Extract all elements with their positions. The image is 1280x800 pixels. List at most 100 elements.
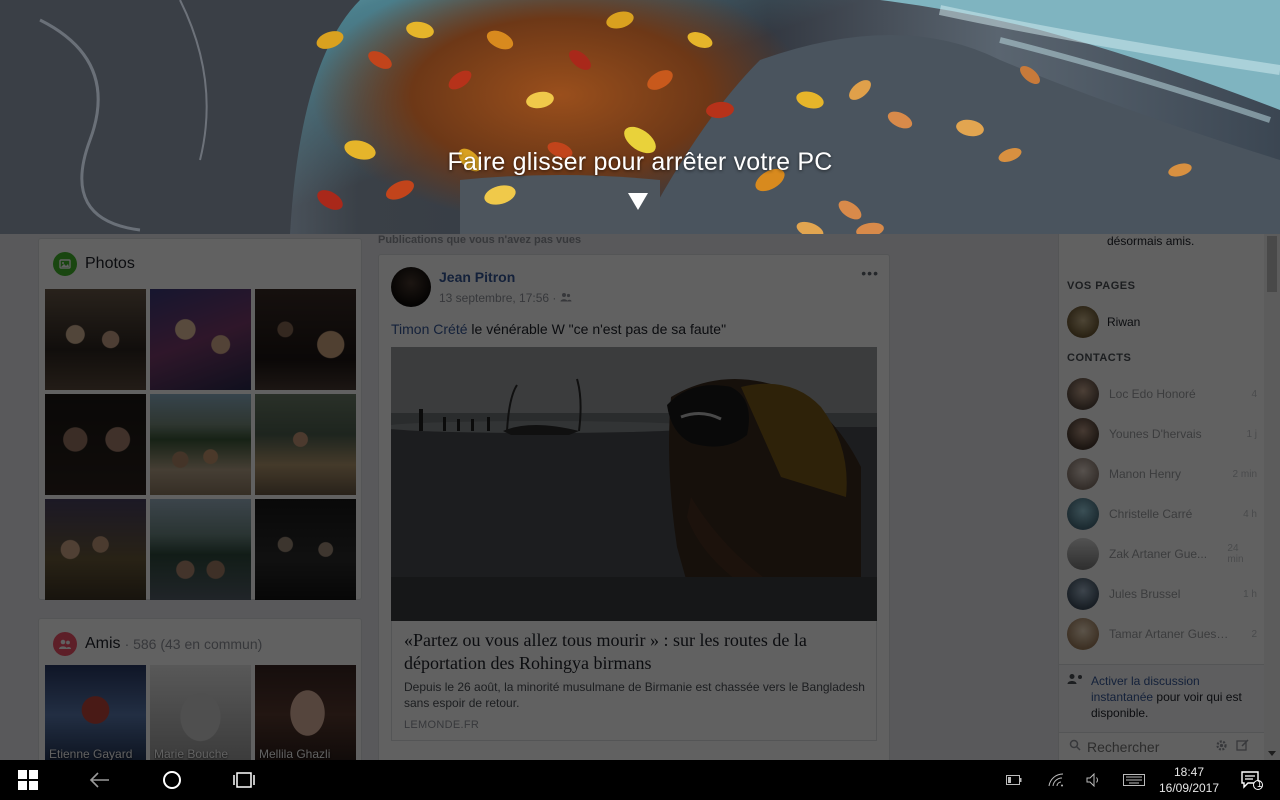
avatar — [1067, 578, 1099, 610]
more-options-icon[interactable]: ••• — [861, 265, 879, 281]
arrow-down-icon — [628, 193, 648, 210]
photos-title: Photos — [85, 255, 135, 272]
friends-audience-icon[interactable] — [560, 291, 572, 305]
post-image[interactable] — [391, 347, 877, 621]
notification-badge: 1 — [1257, 779, 1263, 789]
friend-tile[interactable]: Mellila Ghazli — [255, 665, 356, 760]
friend-tile[interactable]: Etienne Gayard — [45, 665, 146, 760]
page-item[interactable]: Riwan — [1067, 306, 1140, 338]
post-timestamp[interactable]: 13 septembre, 17:56 · — [439, 291, 556, 305]
activate-chat-link[interactable]: Activer la discussion — [1091, 674, 1200, 688]
volume-icon[interactable] — [1080, 760, 1108, 800]
taskbar: 18:47 16/09/2017 1 — [0, 760, 1280, 800]
gear-icon[interactable] — [1215, 739, 1228, 755]
back-button[interactable] — [78, 760, 122, 800]
page-name: Riwan — [1107, 315, 1141, 329]
photo-thumbnail[interactable] — [45, 289, 146, 390]
page-scrollbar[interactable] — [1264, 234, 1280, 760]
photo-thumbnail[interactable] — [45, 499, 146, 600]
pages-header: VOS PAGES — [1067, 280, 1136, 292]
contacts-header: CONTACTS — [1067, 352, 1132, 364]
notification-fragment: désormais amis. — [1107, 234, 1195, 248]
photo-thumbnail[interactable] — [150, 499, 251, 600]
contact-item[interactable]: Loc Edo Honoré 4 — [1067, 376, 1257, 412]
chat-sidebar: désormais amis. VOS PAGES Riwan CONTACTS… — [1058, 234, 1265, 760]
friend-tile[interactable]: Marie Bouche — [150, 665, 251, 760]
contact-item[interactable]: Christelle Carré 4 h — [1067, 496, 1257, 532]
clock[interactable]: 18:47 16/09/2017 — [1154, 764, 1224, 796]
photo-thumbnail[interactable] — [45, 394, 146, 495]
avatar[interactable] — [391, 267, 431, 307]
avatar — [1067, 458, 1099, 490]
back-arrow-icon — [89, 772, 109, 788]
keyboard-icon[interactable] — [1118, 760, 1150, 800]
tagged-person[interactable]: Timon Crété — [391, 321, 468, 337]
avatar — [1067, 418, 1099, 450]
start-button[interactable] — [0, 760, 56, 800]
contact-time: 4 — [1251, 388, 1257, 400]
photo-thumbnail[interactable] — [255, 289, 356, 390]
avatar — [1067, 306, 1099, 338]
new-message-icon[interactable] — [1236, 738, 1249, 755]
link-domain: LEMONDE.FR — [404, 719, 480, 731]
photo-thumbnail[interactable] — [150, 394, 251, 495]
task-view-button[interactable] — [222, 760, 266, 800]
contact-time: 1 j — [1246, 428, 1257, 440]
photo-thumbnail[interactable] — [255, 499, 356, 600]
activate-chat-link-2[interactable]: instantanée — [1091, 690, 1153, 704]
contact-name: Loc Edo Honoré — [1109, 387, 1196, 401]
contact-item[interactable]: Zak Artaner Gue... 24 min — [1067, 536, 1257, 572]
scroll-thumb[interactable] — [1267, 236, 1277, 292]
avatar — [1067, 538, 1099, 570]
unseen-posts-label: Publications que vous n'avez pas vues — [378, 234, 582, 246]
chat-search — [1059, 732, 1265, 760]
photos-header[interactable]: Photos — [53, 251, 135, 277]
friend-name: Marie Bouche — [154, 747, 229, 760]
screen: Photos Amis · 586 (43 en commun) Etienne… — [0, 0, 1280, 800]
post-card: Jean Pitron 13 septembre, 17:56 · ••• Ti… — [378, 254, 890, 760]
facebook-page: Photos Amis · 586 (43 en commun) Etienne… — [0, 234, 1280, 760]
contact-time: 24 min — [1227, 543, 1244, 565]
contact-time: 1 h — [1243, 588, 1257, 600]
friends-count: · 586 (43 en commun) — [124, 636, 263, 652]
friend-name: Mellila Ghazli — [259, 747, 331, 760]
friend-name: Etienne Gayard — [49, 747, 133, 760]
clock-time: 18:47 — [1173, 765, 1205, 779]
link-description: Depuis le 26 août, la minorité musulmane… — [404, 680, 865, 710]
avatar — [1067, 498, 1099, 530]
photo-thumbnail[interactable] — [255, 394, 356, 495]
link-title[interactable]: «Partez ou vous allez tous mourir » : su… — [404, 629, 864, 675]
contact-time: 2 — [1251, 628, 1257, 640]
photos-card: Photos — [38, 238, 362, 600]
post-meta: 13 septembre, 17:56 · — [439, 291, 572, 305]
shutdown-message: Faire glisser pour arrêter votre PC — [447, 148, 833, 176]
cortana-button[interactable] — [150, 760, 194, 800]
friends-icon — [53, 632, 77, 656]
task-view-icon — [233, 772, 255, 788]
chat-status-icon — [1067, 673, 1083, 688]
windows-icon — [18, 770, 38, 790]
contact-name: Manon Henry — [1109, 467, 1182, 481]
contact-name: Zak Artaner Gue... — [1109, 547, 1208, 561]
friends-header[interactable]: Amis · 586 (43 en commun) — [53, 631, 262, 657]
photo-grid — [45, 289, 357, 600]
post-author[interactable]: Jean Pitron — [439, 269, 515, 285]
wifi-icon[interactable] — [1042, 760, 1070, 800]
search-input[interactable] — [1087, 738, 1207, 755]
contact-item[interactable]: Jules Brussel 1 h — [1067, 576, 1257, 612]
contact-item[interactable]: Younes D'hervais 1 j — [1067, 416, 1257, 452]
avatar — [1067, 618, 1099, 650]
battery-icon[interactable] — [1000, 760, 1028, 800]
avatar — [1067, 378, 1099, 410]
contact-item[interactable]: Tamar Artaner Guess... 2 — [1067, 616, 1257, 652]
contact-name: Jules Brussel — [1109, 587, 1181, 601]
photo-icon — [53, 252, 77, 276]
friends-card: Amis · 586 (43 en commun) Etienne Gayard… — [38, 618, 362, 760]
scroll-down-icon[interactable] — [1268, 751, 1276, 756]
link-preview[interactable]: «Partez ou vous allez tous mourir » : su… — [391, 621, 877, 741]
action-center-button[interactable]: 1 — [1232, 760, 1272, 800]
photo-thumbnail[interactable] — [150, 289, 251, 390]
contact-item[interactable]: Manon Henry 2 min — [1067, 456, 1257, 492]
chat-activation: Activer la discussion instantanée pour vo… — [1059, 664, 1265, 732]
slide-to-shutdown-panel[interactable]: Faire glisser pour arrêter votre PC — [0, 0, 1280, 234]
